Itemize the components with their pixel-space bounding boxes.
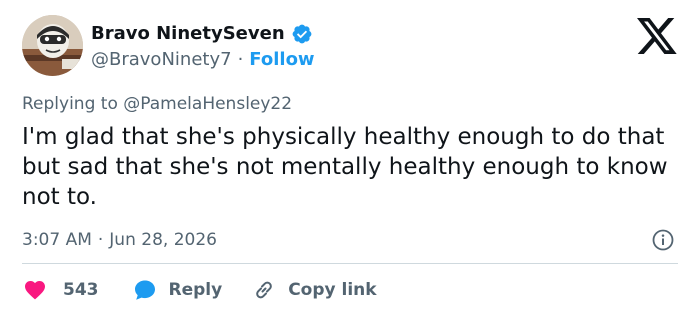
info-icon[interactable] — [651, 228, 675, 252]
tweet-card: Bravo NinetySeven @BravoNinety7 · Follow… — [0, 0, 700, 318]
link-icon — [256, 281, 273, 299]
tweet-time: 3:07 AM — [22, 230, 92, 250]
follow-button[interactable]: Follow — [249, 48, 314, 72]
copy-link-label: Copy link — [288, 280, 377, 300]
tweet-timestamp[interactable]: 3:07 AM · Jun 28, 2026 — [22, 228, 217, 252]
like-button[interactable]: 543 — [22, 278, 99, 302]
tweet-date: Jun 28, 2026 — [109, 230, 217, 250]
replying-to: Replying to @PamelaHensley22 — [22, 92, 292, 116]
user-handle[interactable]: @BravoNinety7 — [91, 48, 232, 72]
reply-button[interactable]: Reply — [133, 278, 223, 302]
replying-to-label: Replying to — [22, 94, 118, 114]
verified-badge-icon — [292, 24, 312, 44]
action-bar: 543 Reply Copy link — [22, 274, 377, 306]
handle-row: @BravoNinety7 · Follow — [91, 48, 315, 72]
copy-link-button[interactable]: Copy link — [252, 278, 377, 302]
handle-separator: · — [237, 49, 244, 70]
like-count: 543 — [63, 280, 99, 300]
avatar-image — [22, 15, 83, 76]
x-logo-icon[interactable] — [637, 18, 677, 54]
avatar[interactable] — [22, 15, 83, 76]
heart-icon — [25, 281, 45, 300]
reply-bubble-icon — [134, 280, 155, 300]
tweet-text: I'm glad that she's physically healthy e… — [22, 124, 668, 210]
display-name[interactable]: Bravo NinetySeven — [91, 22, 285, 46]
user-name-row: Bravo NinetySeven — [91, 22, 313, 46]
reply-label: Reply — [168, 280, 223, 300]
replying-to-handle[interactable]: @PamelaHensley22 — [123, 94, 292, 114]
divider — [22, 263, 678, 264]
timestamp-separator: · — [97, 230, 104, 250]
